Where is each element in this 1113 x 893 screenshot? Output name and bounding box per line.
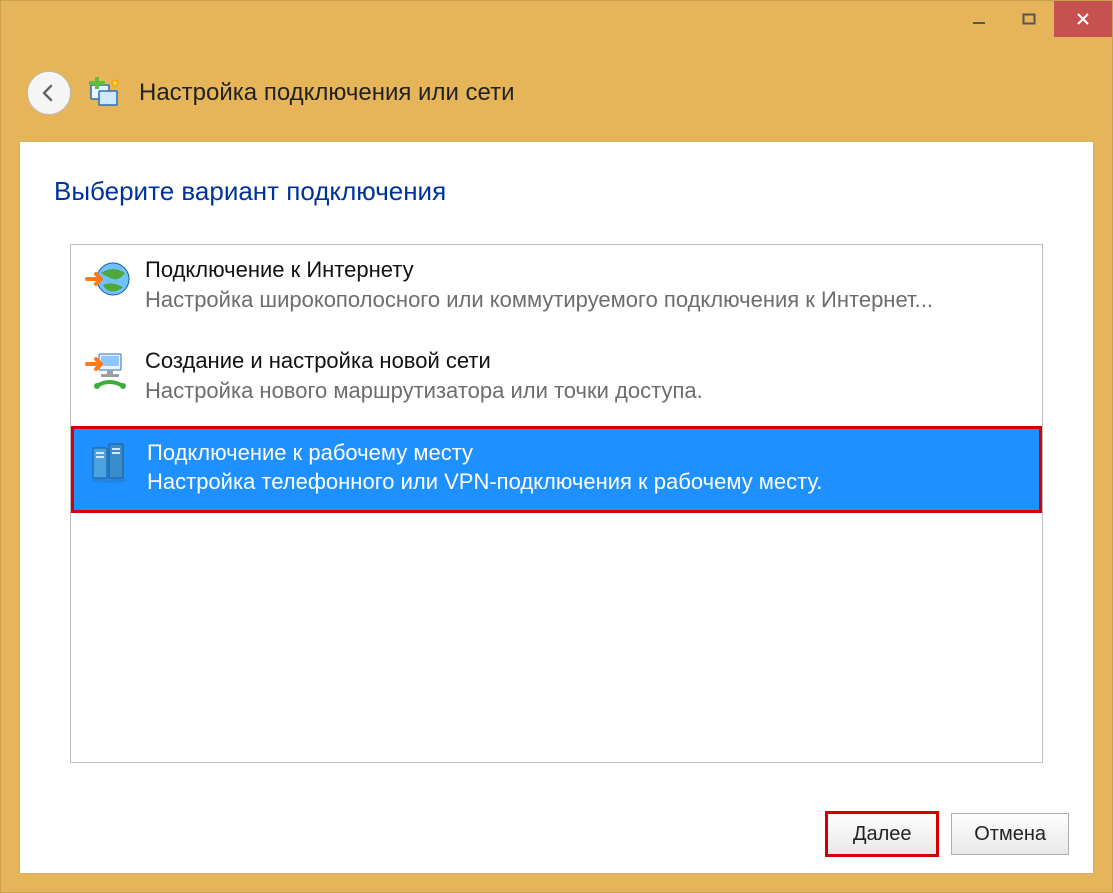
close-button[interactable] (1054, 1, 1112, 37)
wizard-header: Настройка подключения или сети (27, 71, 1086, 115)
globe-internet-icon (85, 255, 133, 303)
cancel-button[interactable]: Отмена (951, 813, 1069, 855)
maximize-button[interactable] (1004, 1, 1054, 37)
wizard-title: Настройка подключения или сети (139, 79, 515, 107)
connection-options-list: Подключение к Интернету Настройка широко… (70, 244, 1043, 763)
workplace-servers-icon (87, 438, 135, 486)
minimize-button[interactable] (954, 1, 1004, 37)
wizard-window: Настройка подключения или сети Выберите … (0, 0, 1113, 893)
option-title: Подключение к Интернету (145, 255, 1028, 285)
router-network-icon (85, 346, 133, 394)
back-button[interactable] (27, 71, 71, 115)
option-desc: Настройка широкополосного или коммутируе… (145, 285, 1028, 315)
instruction-heading: Выберите вариант подключения (54, 176, 446, 207)
option-new-network[interactable]: Создание и настройка новой сети Настройк… (71, 336, 1042, 419)
wizard-footer: Далее Отмена (827, 813, 1069, 855)
option-title: Создание и настройка новой сети (145, 346, 1028, 376)
option-desc: Настройка нового маршрутизатора или точк… (145, 376, 1028, 406)
option-connect-internet[interactable]: Подключение к Интернету Настройка широко… (71, 245, 1042, 328)
option-desc: Настройка телефонного или VPN-подключени… (147, 467, 1026, 497)
network-wizard-icon (85, 73, 125, 113)
next-button[interactable]: Далее (827, 813, 937, 855)
content-panel: Выберите вариант подключения Подключение… (19, 141, 1094, 874)
option-connect-workplace[interactable]: Подключение к рабочему месту Настройка т… (73, 428, 1040, 511)
caption-buttons (954, 1, 1112, 37)
option-title: Подключение к рабочему месту (147, 438, 1026, 468)
